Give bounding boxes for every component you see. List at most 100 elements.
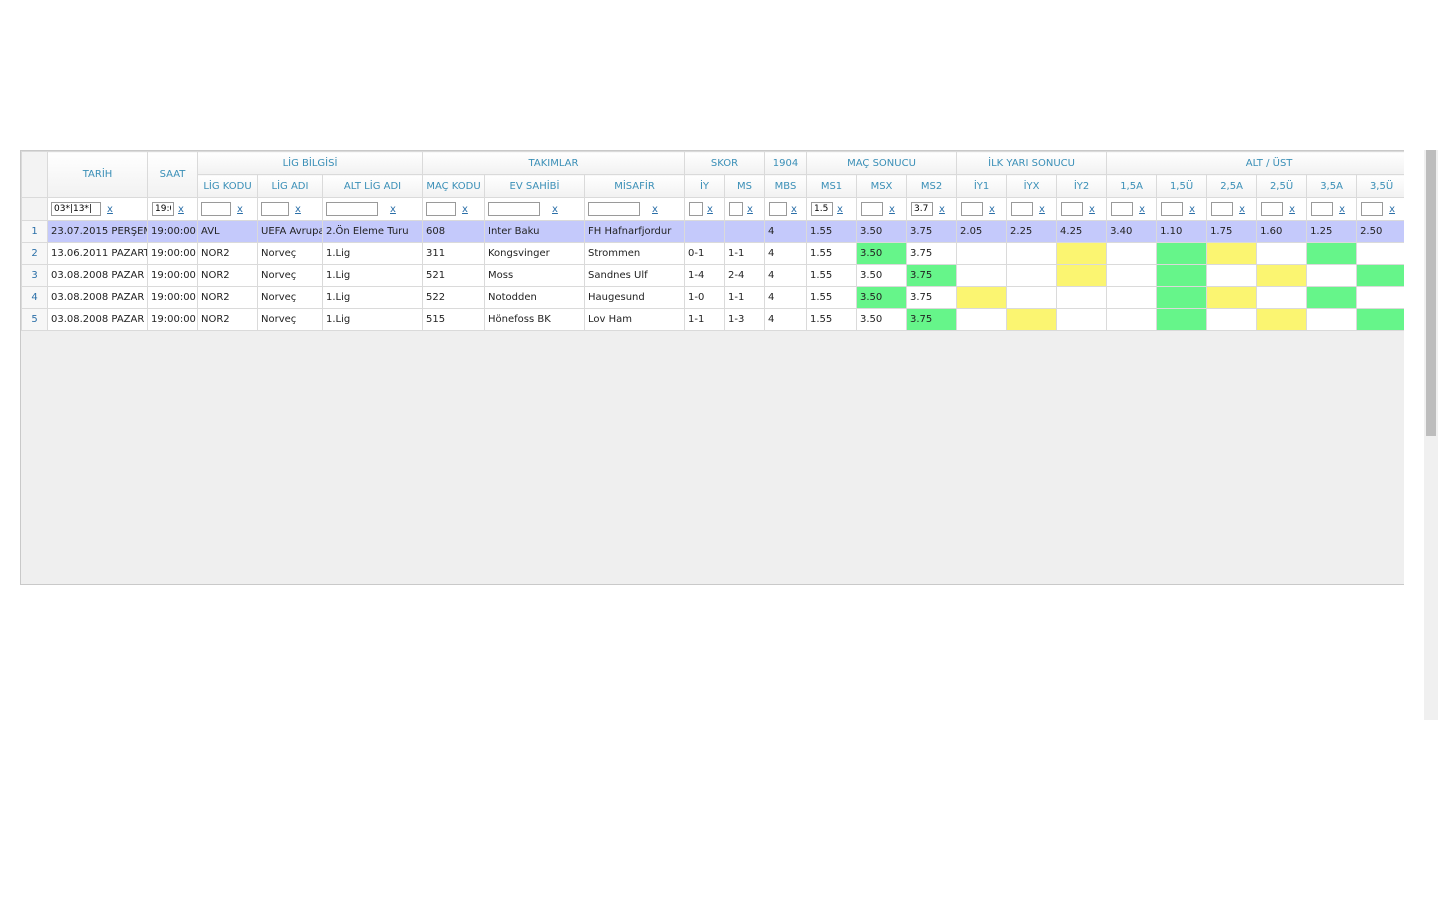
cell-lig-kodu: AVL (197, 220, 258, 243)
filter-input-alt-lig-adi[interactable] (326, 202, 378, 216)
filter-input-mbs[interactable] (769, 202, 787, 216)
filter-clear-iy1[interactable]: x (989, 204, 995, 215)
filter-clear-iy2[interactable]: x (1089, 204, 1095, 215)
filter-cell-msx: x (856, 197, 907, 221)
filter-input-mac-kodu[interactable] (426, 202, 456, 216)
cell-3-5u: 2.50 (1356, 220, 1404, 243)
filter-clear-1-5a[interactable]: x (1139, 204, 1145, 215)
filter-input-tarih[interactable] (51, 202, 101, 216)
filter-input-3-5a[interactable] (1311, 202, 1334, 216)
col-2-5a[interactable]: 2,5A (1206, 174, 1258, 198)
cell-1-5u (1156, 264, 1208, 287)
col-ms1[interactable]: MS1 (806, 174, 857, 198)
filter-input-saat[interactable] (152, 202, 174, 216)
filter-clear-mac-kodu[interactable]: x (462, 204, 468, 215)
filter-clear-ms1[interactable]: x (837, 204, 843, 215)
col-2-5u[interactable]: 2,5Ü (1256, 174, 1308, 198)
col-1-5a[interactable]: 1,5A (1106, 174, 1158, 198)
filter-clear-mbs[interactable]: x (791, 204, 797, 215)
filter-clear-saat[interactable]: x (178, 204, 184, 215)
cell-iy1 (956, 264, 1008, 287)
col-iy2[interactable]: İY2 (1056, 174, 1108, 198)
filter-input-3-5u[interactable] (1361, 202, 1384, 216)
filter-clear-iy[interactable]: x (707, 204, 713, 215)
filter-clear-ms[interactable]: x (747, 204, 753, 215)
cell-iyx: 2.25 (1006, 220, 1058, 243)
filter-clear-2-5a[interactable]: x (1239, 204, 1245, 215)
filter-input-lig-kodu[interactable] (201, 202, 231, 216)
col-ev-sahibi[interactable]: EV SAHİBİ (484, 174, 585, 198)
filter-clear-misafir[interactable]: x (652, 204, 658, 215)
filter-input-2-5a[interactable] (1211, 202, 1234, 216)
cell-2-5a (1206, 286, 1258, 309)
filter-row: x x x x x x x x x x x x x x x x x x x x … (21, 197, 1404, 221)
col-iyx[interactable]: İYX (1006, 174, 1058, 198)
filter-clear-lig-kodu[interactable]: x (237, 204, 243, 215)
col-msx[interactable]: MSX (856, 174, 907, 198)
filter-input-iy[interactable] (689, 202, 703, 216)
filter-clear-alt-lig-adi[interactable]: x (390, 204, 396, 215)
col-lig-kodu[interactable]: LİG KODU (197, 174, 258, 198)
col-ms2[interactable]: MS2 (905, 174, 958, 198)
table-row[interactable]: 3 03.08.2008 PAZAR 19:00:00 NOR2 Norveç … (21, 264, 1404, 287)
col-1-5u[interactable]: 1,5Ü (1156, 174, 1208, 198)
table-row[interactable]: 4 03.08.2008 PAZAR 19:00:00 NOR2 Norveç … (21, 286, 1404, 309)
group-mac-sonucu: MAÇ SONUCU (805, 151, 958, 175)
filter-input-2-5u[interactable] (1261, 202, 1284, 216)
cell-saat: 19:00:00 (147, 286, 198, 309)
col-3-5u[interactable]: 3,5Ü (1356, 174, 1404, 198)
filter-input-ms[interactable] (729, 202, 743, 216)
filter-input-iyx[interactable] (1011, 202, 1034, 216)
cell-msx: 3.50 (856, 308, 907, 331)
table-row[interactable]: 2 13.06.2011 PAZARTI 19:00:00 NOR2 Norve… (21, 242, 1404, 265)
cell-1-5a (1106, 242, 1158, 265)
cell-3-5a (1306, 264, 1358, 287)
col-3-5a[interactable]: 3,5A (1306, 174, 1358, 198)
group-lig-bilgisi: LİG BİLGİSİ (197, 151, 423, 175)
table-row[interactable]: 1 23.07.2015 PERŞEM 19:00:00 AVL UEFA Av… (21, 220, 1404, 243)
filter-input-ev-sahibi[interactable] (488, 202, 540, 216)
table-row[interactable]: 5 03.08.2008 PAZAR 19:00:00 NOR2 Norveç … (21, 308, 1404, 331)
filter-clear-ms2[interactable]: x (939, 204, 945, 215)
col-alt-lig-adi[interactable]: ALT LİG ADI (322, 174, 423, 198)
col-lig-adi[interactable]: LİG ADI (257, 174, 323, 198)
cell-ms2: 3.75 (905, 220, 958, 243)
cell-iy2 (1056, 242, 1108, 265)
cell-misafir: Haugesund (584, 286, 685, 309)
col-ms[interactable]: MS (724, 174, 765, 198)
filter-clear-2-5u[interactable]: x (1289, 204, 1295, 215)
filter-input-misafir[interactable] (588, 202, 640, 216)
col-misafir[interactable]: MİSAFİR (584, 174, 685, 198)
filter-clear-msx[interactable]: x (889, 204, 895, 215)
filter-input-1-5u[interactable] (1161, 202, 1184, 216)
filter-input-msx[interactable] (861, 202, 883, 216)
filter-clear-iyx[interactable]: x (1039, 204, 1045, 215)
filter-clear-ev-sahibi[interactable]: x (552, 204, 558, 215)
filter-input-ms2[interactable] (911, 202, 933, 216)
filter-input-iy2[interactable] (1061, 202, 1084, 216)
col-saat[interactable]: SAAT (147, 151, 198, 198)
vertical-scrollbar[interactable] (1424, 150, 1438, 720)
col-iy1[interactable]: İY1 (956, 174, 1008, 198)
filter-clear-3-5u[interactable]: x (1389, 204, 1395, 215)
filter-input-ms1[interactable] (811, 202, 833, 216)
col-mbs[interactable]: MBS (764, 174, 807, 198)
filter-clear-lig-adi[interactable]: x (295, 204, 301, 215)
cell-2-5a (1206, 242, 1258, 265)
col-mac-kodu[interactable]: MAÇ KODU (422, 174, 485, 198)
filter-clear-1-5u[interactable]: x (1189, 204, 1195, 215)
filter-input-1-5a[interactable] (1111, 202, 1134, 216)
col-tarih[interactable]: TARİH (47, 151, 148, 198)
cell-2-5u: 1.60 (1256, 220, 1308, 243)
cell-alt-lig-adi: 1.Lig (322, 286, 423, 309)
filter-clear-3-5a[interactable]: x (1339, 204, 1345, 215)
filter-input-iy1[interactable] (961, 202, 984, 216)
filter-cell-alt-lig-adi: x (322, 197, 423, 221)
filter-input-lig-adi[interactable] (261, 202, 289, 216)
cell-ms1: 1.55 (806, 220, 857, 243)
filter-clear-tarih[interactable]: x (107, 204, 113, 215)
cell-iy: 1-1 (684, 308, 725, 331)
col-iy[interactable]: İY (684, 174, 725, 198)
filter-cell-mac-kodu: x (422, 197, 485, 221)
scrollbar-thumb[interactable] (1426, 150, 1436, 436)
